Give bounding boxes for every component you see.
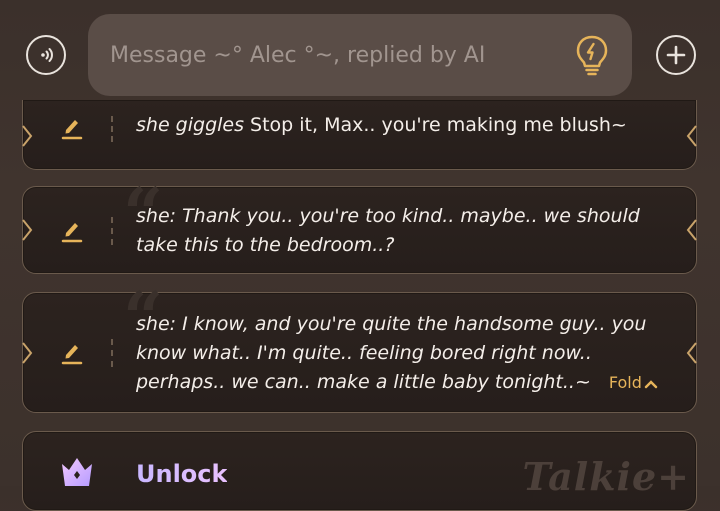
- chevron-right-icon: [22, 341, 33, 364]
- divider: [111, 116, 113, 142]
- plus-icon: [666, 45, 686, 65]
- crown-icon: [62, 458, 92, 486]
- edit-icon[interactable]: [61, 339, 83, 365]
- chevron-left-icon: [686, 219, 697, 241]
- message-option-card[interactable]: “ she: Thank you.. you're too kind.. may…: [22, 179, 697, 274]
- message-text: she: Thank you.. you're too kind.. maybe…: [136, 205, 640, 256]
- voice-call-icon: [41, 48, 53, 62]
- divider: [111, 217, 113, 245]
- fold-button[interactable]: Fold: [609, 373, 658, 392]
- voice-call-button[interactable]: [26, 35, 66, 75]
- talkie-plus-watermark: Talkie+: [522, 454, 690, 499]
- chevron-up-icon: [644, 379, 658, 388]
- message-option-card[interactable]: she giggles Stop it, Max.. you're making…: [22, 100, 697, 170]
- message-option-card[interactable]: “ she: I know, and you're quite the hand…: [22, 283, 697, 413]
- unlock-title: Unlock: [136, 460, 228, 488]
- lightbulb-icon[interactable]: [574, 34, 610, 76]
- add-button[interactable]: [656, 35, 696, 75]
- edit-icon[interactable]: [61, 217, 83, 243]
- message-input[interactable]: [108, 41, 562, 69]
- unlock-card[interactable]: Unlock Talkie+: [22, 431, 697, 511]
- chevron-left-icon: [686, 125, 697, 147]
- top-bar: [0, 0, 720, 112]
- message-text: she: I know, and you're quite the handso…: [136, 310, 658, 397]
- edit-icon[interactable]: [61, 114, 83, 140]
- chevron-right-icon: [22, 125, 33, 147]
- message-input-container[interactable]: [88, 14, 632, 96]
- chevron-right-icon: [22, 219, 33, 241]
- message-text: she giggles Stop it, Max.. you're making…: [136, 114, 627, 136]
- chevron-left-icon: [686, 341, 697, 364]
- divider: [111, 339, 113, 367]
